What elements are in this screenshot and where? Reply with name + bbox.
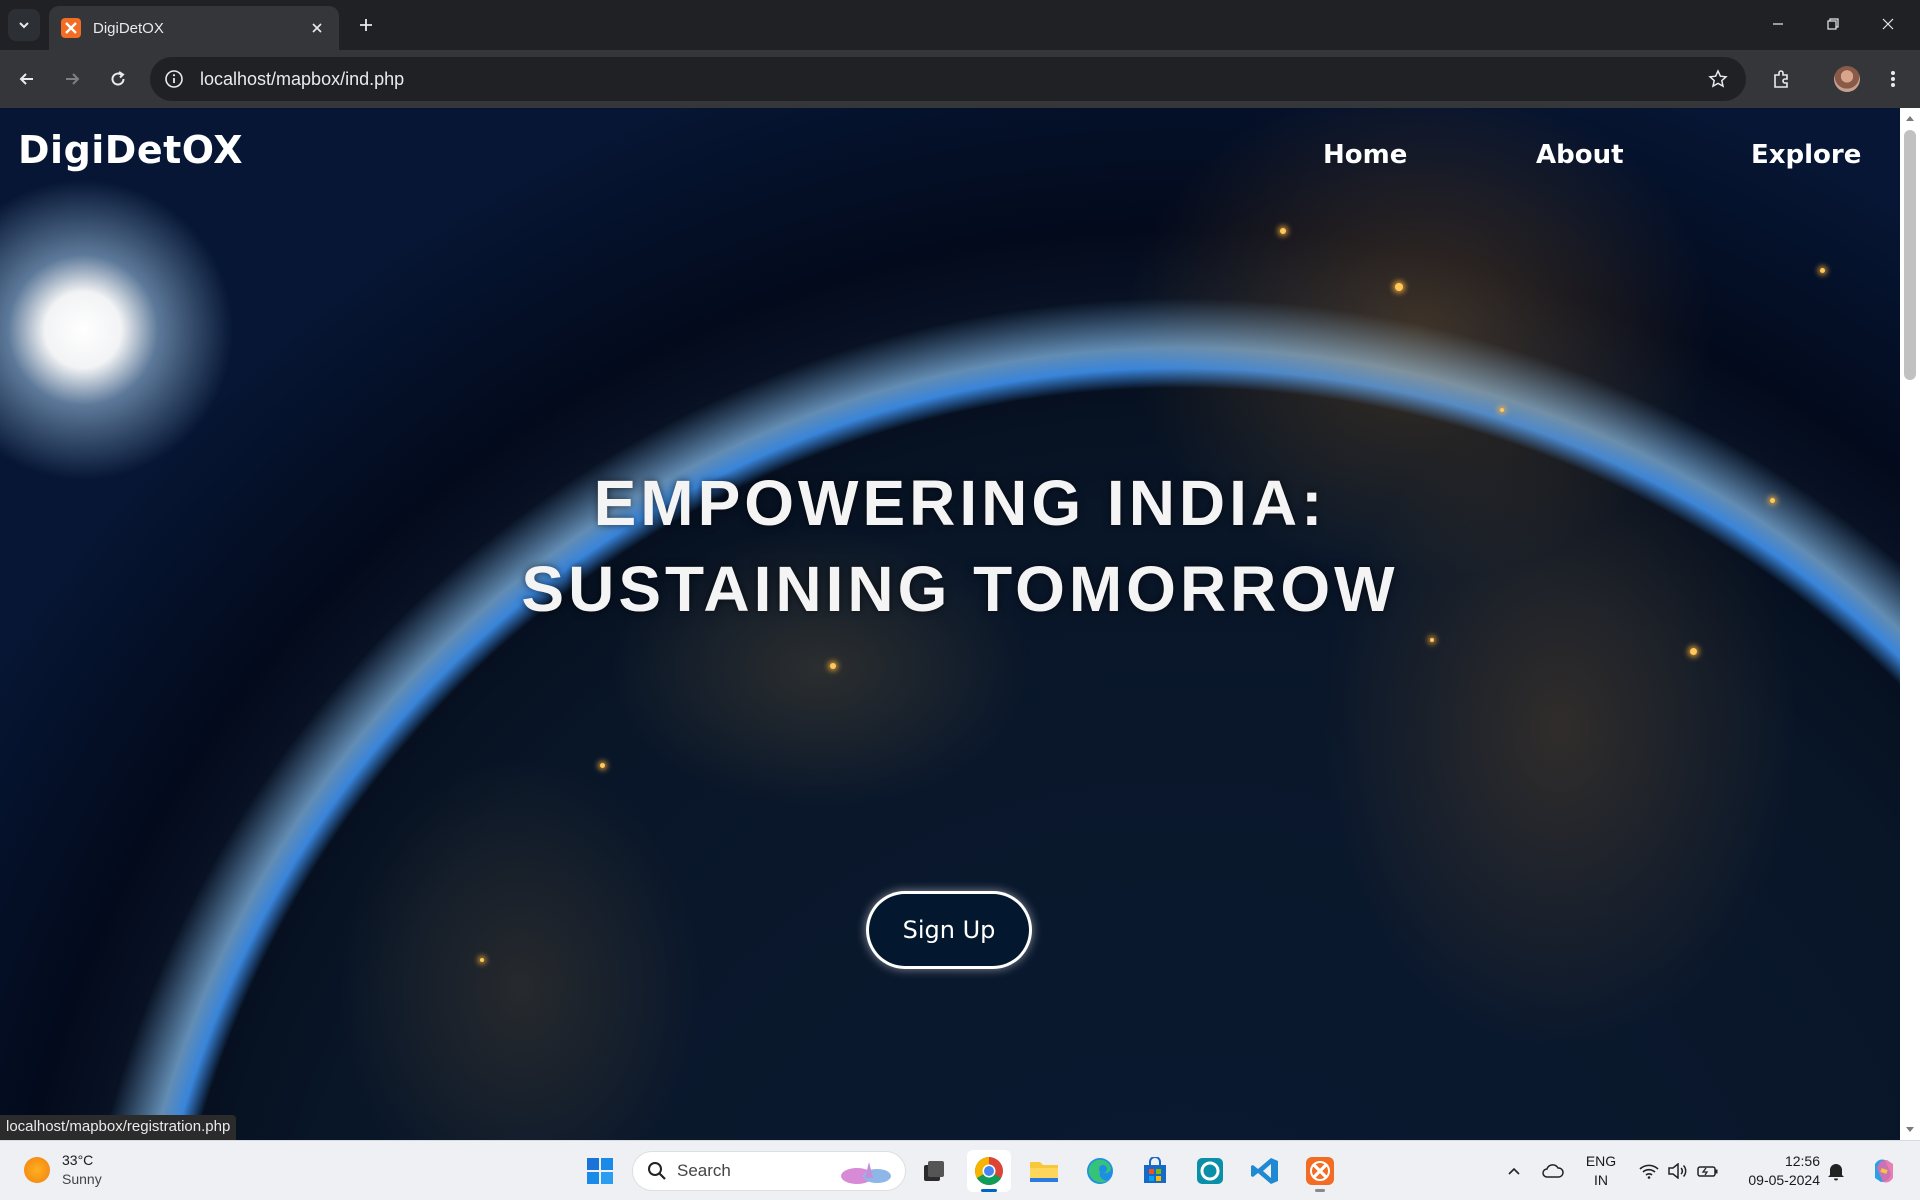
language-region: IN [1594, 1172, 1608, 1188]
city-light [600, 763, 605, 768]
close-window-button[interactable] [1866, 8, 1910, 40]
forward-button[interactable] [56, 63, 88, 95]
taskbar-app-xampp[interactable] [1298, 1150, 1342, 1192]
minimize-button[interactable] [1756, 8, 1800, 40]
city-light [1430, 638, 1434, 642]
hero-title: EMPOWERING INDIA: SUSTAINING TOMORROW [0, 460, 1900, 632]
weather-widget[interactable]: 33°C Sunny [24, 1151, 102, 1189]
browser-toolbar: localhost/mapbox/ind.php [0, 50, 1920, 108]
windows-start-button[interactable] [578, 1150, 622, 1192]
status-bar-url: localhost/mapbox/registration.php [0, 1115, 237, 1140]
reload-icon [111, 71, 125, 86]
volume-icon [1668, 1163, 1687, 1179]
restore-icon [1827, 18, 1839, 30]
address-url[interactable]: localhost/mapbox/ind.php [200, 69, 1700, 90]
clock-time: 12:56 [1784, 1153, 1820, 1169]
taskbar-app-cortana[interactable] [1188, 1150, 1232, 1192]
browser-tab-bar: DigiDetOX [0, 0, 1920, 50]
city-light [1690, 648, 1697, 655]
scroll-down-arrow-icon[interactable] [1900, 1122, 1920, 1138]
task-view-icon [924, 1161, 944, 1181]
back-button[interactable] [11, 63, 43, 95]
nav-explore-link[interactable]: Explore [1751, 140, 1861, 170]
extensions-icon[interactable] [1765, 63, 1797, 95]
xampp-favicon-icon [61, 18, 81, 38]
show-hidden-icons-button[interactable] [1500, 1141, 1528, 1200]
close-icon [1882, 18, 1894, 30]
bell-icon [1828, 1164, 1844, 1181]
weather-condition: Sunny [62, 1171, 102, 1187]
address-bar[interactable]: localhost/mapbox/ind.php [150, 57, 1746, 101]
page-viewport: DigiDetOX Home About Explore EMPOWERING … [0, 108, 1900, 1140]
windows-logo-icon [587, 1158, 613, 1184]
city-light [480, 958, 484, 962]
weather-temperature: 33°C [62, 1152, 94, 1168]
nav-about-link[interactable]: About [1536, 140, 1624, 170]
bookmark-star-icon[interactable] [1700, 61, 1736, 97]
copilot-button[interactable] [1862, 1141, 1906, 1200]
page-scrollbar[interactable] [1900, 108, 1920, 1140]
city-light [1500, 408, 1504, 412]
site-info-icon[interactable] [156, 61, 192, 97]
scrollbar-thumb[interactable] [1904, 130, 1916, 380]
scroll-up-arrow-icon[interactable] [1900, 110, 1920, 126]
new-tab-button[interactable] [352, 11, 380, 39]
task-view-button[interactable] [912, 1150, 956, 1192]
sign-up-button[interactable]: Sign Up [869, 894, 1029, 966]
wifi-icon [1639, 1164, 1659, 1179]
running-indicator [1315, 1189, 1325, 1192]
city-light [830, 663, 836, 669]
hero-title-line-2: SUSTAINING TOMORROW [521, 553, 1399, 625]
folder-icon [1030, 1162, 1058, 1182]
site-logo[interactable]: DigiDetOX [18, 128, 243, 172]
chevron-up-icon [1508, 1167, 1520, 1175]
tab-title: DigiDetOX [93, 19, 164, 37]
city-light [1820, 268, 1825, 273]
more-menu-icon[interactable] [1877, 63, 1909, 95]
store-icon [1144, 1157, 1166, 1183]
clock-date: 09-05-2024 [1748, 1172, 1820, 1188]
taskbar-app-edge[interactable] [1078, 1150, 1122, 1192]
copilot-icon [1875, 1159, 1893, 1183]
xampp-icon [1306, 1157, 1334, 1185]
minimize-icon [1773, 23, 1783, 25]
battery-icon [1697, 1166, 1718, 1177]
browser-tab[interactable]: DigiDetOX [49, 6, 339, 50]
nav-home-link[interactable]: Home [1323, 140, 1407, 170]
plus-icon [360, 19, 372, 31]
running-indicator [981, 1189, 997, 1192]
arrow-left-icon [19, 73, 33, 85]
edge-icon [1087, 1158, 1113, 1184]
search-placeholder: Search [677, 1161, 731, 1180]
hero-title-line-1: EMPOWERING INDIA: [593, 467, 1327, 539]
search-highlight-icon [841, 1162, 891, 1184]
chrome-icon [975, 1157, 1003, 1185]
arrow-right-icon [66, 73, 80, 85]
windows-taskbar: 33°C Sunny Search ENG IN 12:56 09-05-202… [0, 1140, 1920, 1200]
notifications-button[interactable] [1822, 1141, 1850, 1200]
taskbar-app-microsoft-store[interactable] [1133, 1150, 1177, 1192]
taskbar-search[interactable]: Search [632, 1151, 906, 1191]
taskbar-app-file-explorer[interactable] [1022, 1150, 1066, 1192]
profile-avatar[interactable] [1834, 66, 1860, 92]
cortana-icon [1197, 1158, 1223, 1184]
tab-search-button[interactable] [8, 9, 40, 41]
reload-button[interactable] [102, 63, 134, 95]
input-language-indicator[interactable]: ENG IN [1576, 1141, 1626, 1200]
onedrive-tray-icon[interactable] [1538, 1141, 1568, 1200]
search-icon [648, 1162, 666, 1180]
chevron-down-icon [19, 22, 29, 29]
taskbar-app-vscode[interactable] [1243, 1150, 1287, 1192]
system-clock[interactable]: 12:56 09-05-2024 [1728, 1141, 1820, 1200]
city-light [1280, 228, 1286, 234]
taskbar-app-chrome[interactable] [967, 1150, 1011, 1192]
restore-button[interactable] [1811, 8, 1855, 40]
language-code: ENG [1585, 1153, 1617, 1169]
quick-settings-button[interactable] [1634, 1141, 1724, 1200]
tab-close-icon[interactable] [307, 18, 327, 38]
city-light [1395, 283, 1403, 291]
vscode-icon [1251, 1158, 1278, 1184]
sunny-weather-icon [24, 1157, 50, 1183]
